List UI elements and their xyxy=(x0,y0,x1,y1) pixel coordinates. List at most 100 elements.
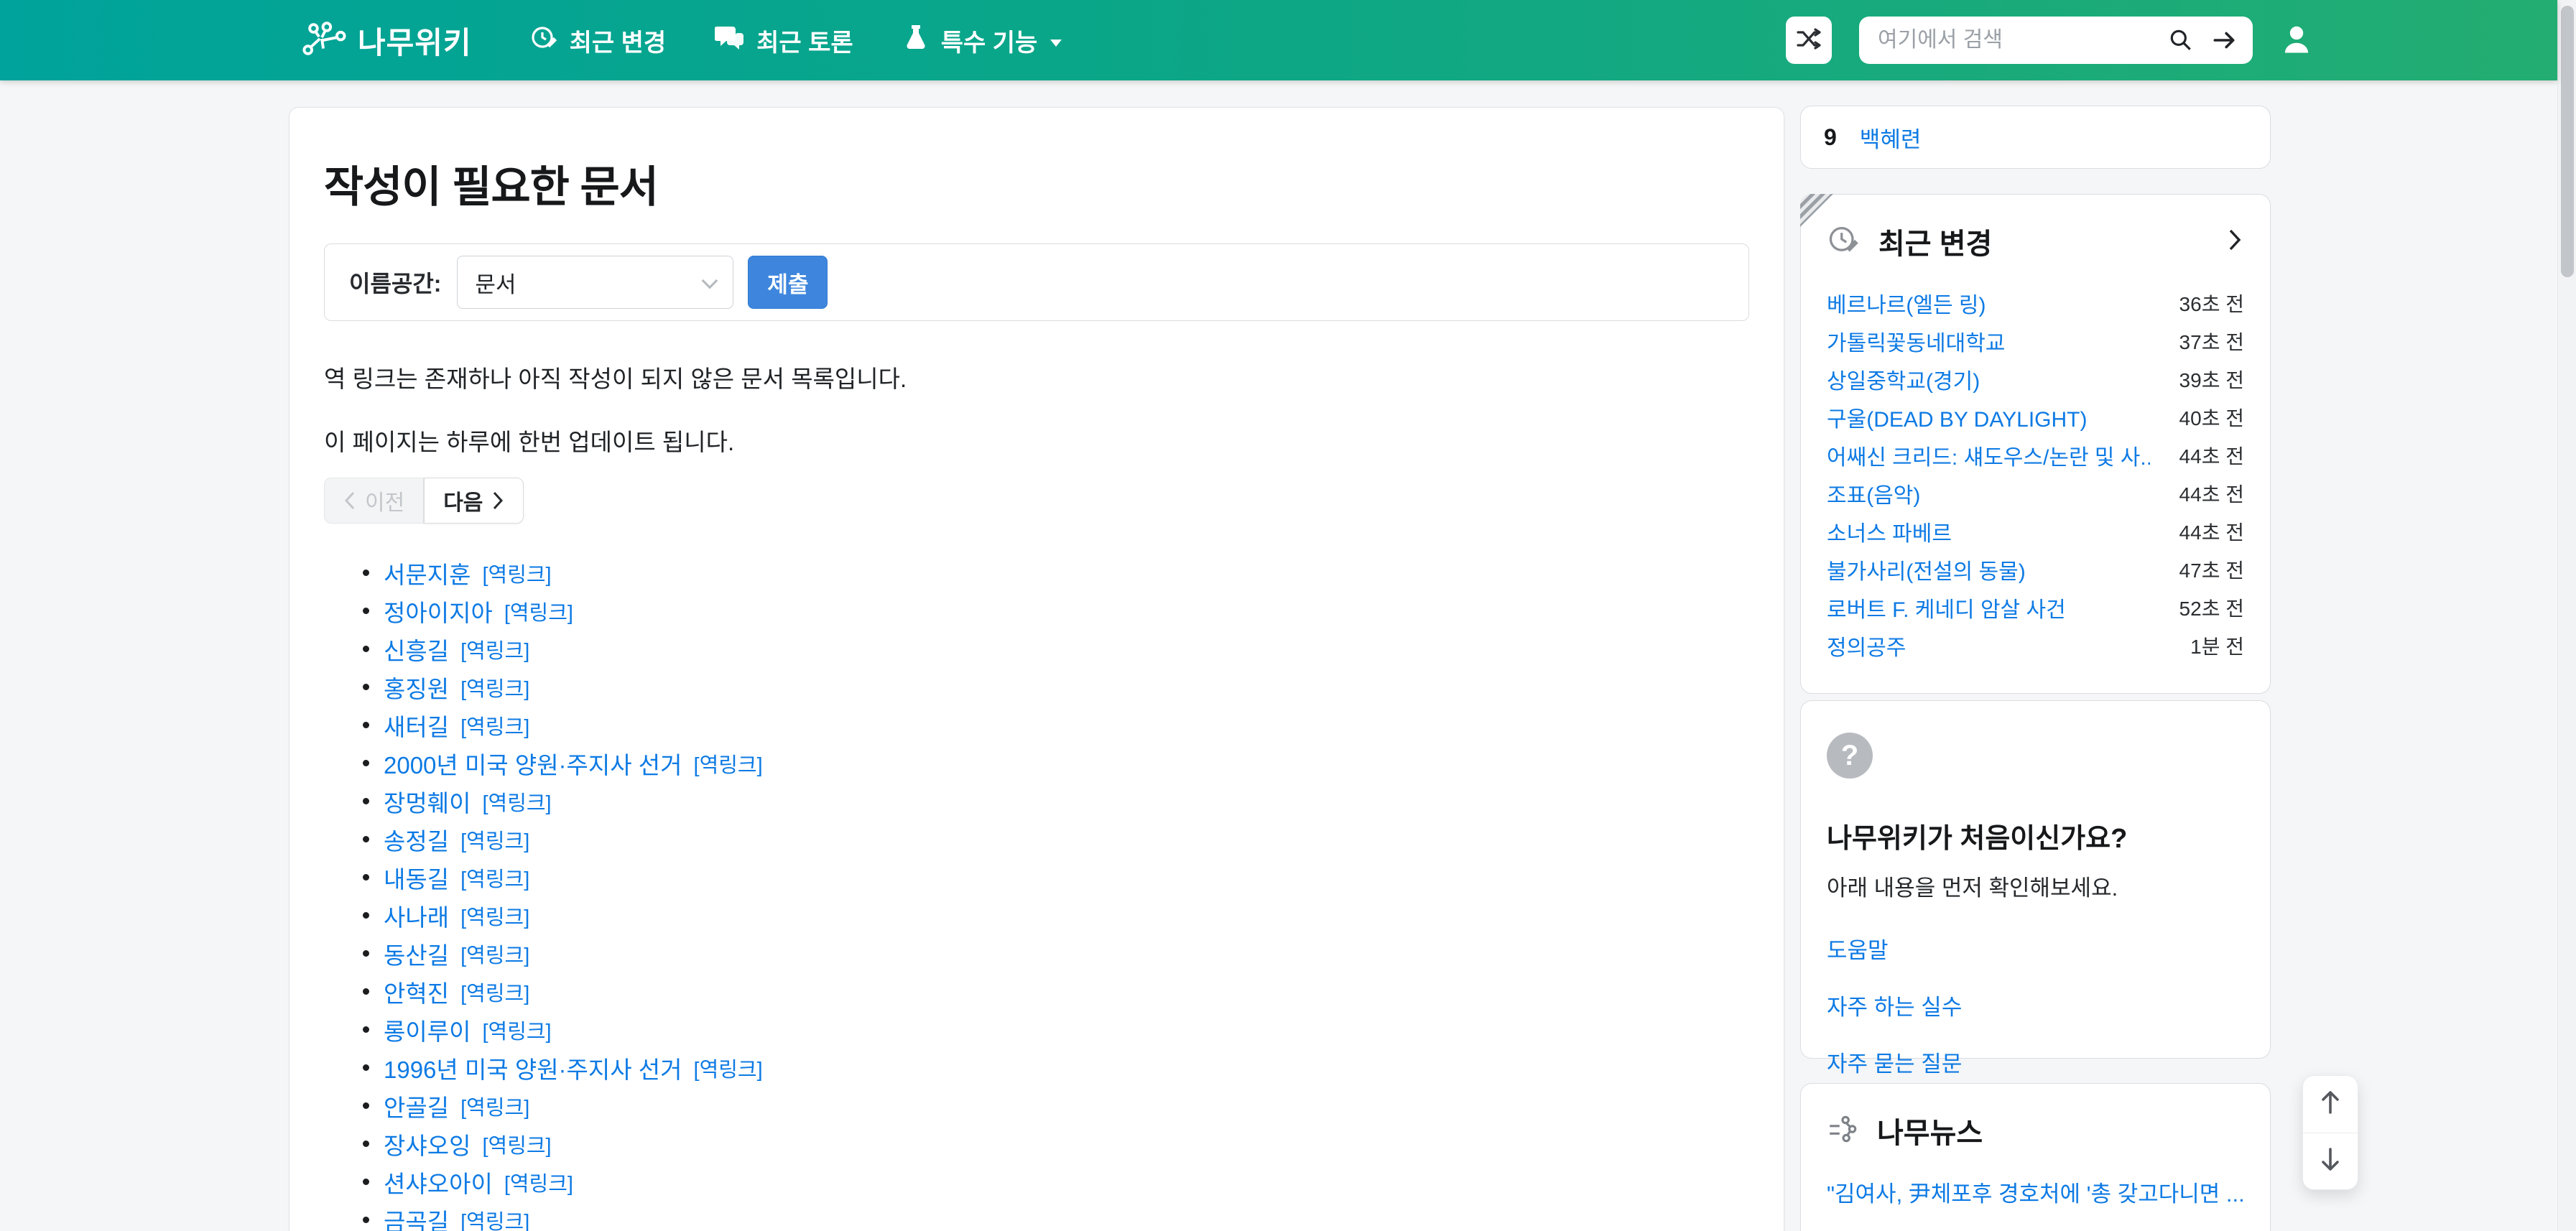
search-bar xyxy=(1859,17,2253,64)
document-link[interactable]: 안골길 xyxy=(384,1089,449,1123)
recent-change-row: 베르나르(엘든 링) 36초 전 xyxy=(1827,284,2244,322)
reverse-link-tag[interactable]: [역링크] xyxy=(460,977,529,1007)
changed-document-link[interactable]: 베르나르(엘든 링) xyxy=(1827,287,1986,319)
chevron-right-icon[interactable] xyxy=(2225,227,2244,256)
reverse-link-tag[interactable]: [역링크] xyxy=(460,1205,529,1231)
nav-recent-discussions[interactable]: 최근 토론 xyxy=(714,23,853,58)
change-timestamp: 36초 전 xyxy=(2179,292,2244,315)
flask-icon xyxy=(902,23,930,58)
recent-change-row: 정의공주 1분 전 xyxy=(1827,626,2244,664)
chevron-down-icon xyxy=(1049,27,1063,55)
changed-document-link[interactable]: 구울(DEAD BY DAYLIGHT) xyxy=(1827,401,2087,433)
namuwiki-branch-icon xyxy=(302,20,346,61)
page-title: 작성이 필요한 문서 xyxy=(324,163,659,211)
reverse-link-tag[interactable]: [역링크] xyxy=(460,901,529,931)
nav-item-label: 최근 변경 xyxy=(569,29,667,57)
changed-document-link[interactable]: 소너스 파베르 xyxy=(1827,516,1952,547)
submit-button[interactable]: 제출 xyxy=(748,256,828,309)
news-links: "김여사, 尹체포후 경호처에 '총 갖고다니면 ... 선고일 언제 나오나.… xyxy=(1827,1176,2244,1231)
reverse-link-tag[interactable]: [역링크] xyxy=(460,1091,529,1121)
reverse-link-tag[interactable]: [역링크] xyxy=(482,1015,551,1045)
top-navbar: 나무위키 최근 변경 최근 토론 특수 기능 여기에서 검색 xyxy=(0,0,2557,80)
list-item: 션샤오아이 [역링크] xyxy=(363,1163,1749,1201)
document-link[interactable]: 송정길 xyxy=(384,822,449,857)
document-link[interactable]: 동산길 xyxy=(384,937,449,971)
document-link[interactable]: 사나래 xyxy=(384,898,449,933)
changed-document-link[interactable]: 어쌔신 크리드: 섀도우스/논란 및 사... xyxy=(1827,440,2150,471)
document-link[interactable]: 서문지훈 xyxy=(384,556,471,590)
faq-link[interactable]: 자주 묻는 질문 xyxy=(1827,1046,2244,1078)
prev-page-button[interactable]: 이전 xyxy=(324,478,425,524)
nav-item-label: 특수 기능 xyxy=(940,29,1038,57)
scroll-to-top-button[interactable] xyxy=(2303,1076,2358,1133)
recent-changes-list: 베르나르(엘든 링) 36초 전 가톨릭꽃동네대학교 37초 전 상일중학교(경기) 39… xyxy=(1827,284,2244,664)
namespace-form: 이름공간: 문서 제출 xyxy=(324,243,1749,321)
search-icon[interactable] xyxy=(2168,27,2194,53)
common-mistakes-link[interactable]: 자주 하는 실수 xyxy=(1827,989,2244,1021)
help-link[interactable]: 도움말 xyxy=(1827,932,2244,965)
news-link[interactable]: "김여사, 尹체포후 경호처에 '총 갖고다니면 ... xyxy=(1827,1176,2243,1208)
nav-special-functions[interactable]: 특수 기능 xyxy=(902,23,1064,58)
reverse-link-tag[interactable]: [역링크] xyxy=(460,863,529,893)
recent-change-row: 불가사리(전설의 동물) 47초 전 xyxy=(1827,550,2244,588)
pagination: 이전 다음 xyxy=(324,478,524,524)
change-timestamp: 44초 전 xyxy=(2179,445,2244,468)
document-link[interactable]: 안혁진 xyxy=(384,975,449,1009)
reverse-link-tag[interactable]: [역링크] xyxy=(482,1129,551,1159)
reverse-link-tag[interactable]: [역링크] xyxy=(694,748,763,779)
document-link[interactable]: 내동길 xyxy=(384,860,449,895)
list-item: 사나래 [역링크] xyxy=(363,896,1749,934)
reverse-link-tag[interactable]: [역링크] xyxy=(504,596,573,626)
change-timestamp: 1분 전 xyxy=(2190,635,2244,658)
reverse-link-tag[interactable]: [역링크] xyxy=(460,939,529,969)
document-link[interactable]: 장샤오잉 xyxy=(384,1127,471,1161)
changed-document-link[interactable]: 불가사리(전설의 동물) xyxy=(1827,554,2026,585)
speech-bubbles-icon xyxy=(714,23,745,58)
document-link[interactable]: 2000년 미국 양원·주지사 선거 xyxy=(384,746,682,781)
reverse-link-tag[interactable]: [역링크] xyxy=(460,710,529,740)
changed-document-link[interactable]: 상일중학교(경기) xyxy=(1827,363,1980,395)
changed-document-link[interactable]: 가톨릭꽃동네대학교 xyxy=(1827,325,2005,357)
reverse-link-tag[interactable]: [역링크] xyxy=(460,824,529,855)
search-input[interactable] xyxy=(1878,28,2151,52)
change-timestamp: 37초 전 xyxy=(2179,330,2244,353)
arrow-up-icon xyxy=(2318,1088,2343,1120)
list-item: 홍징원 [역링크] xyxy=(363,668,1749,706)
document-link[interactable]: 새터길 xyxy=(384,708,449,743)
change-timestamp: 44초 전 xyxy=(2179,521,2244,544)
changed-document-link[interactable]: 조표(음악) xyxy=(1827,478,1920,509)
document-link[interactable]: 1996년 미국 양원·주지사 선거 xyxy=(384,1051,682,1085)
random-page-button[interactable] xyxy=(1786,17,1832,64)
account-button[interactable] xyxy=(2280,22,2313,59)
news-tree-icon xyxy=(1827,1112,1860,1149)
shuffle-icon xyxy=(1795,25,1822,56)
next-page-button[interactable]: 다음 xyxy=(424,478,524,524)
reverse-link-tag[interactable]: [역링크] xyxy=(482,558,551,588)
page-scrollbar-thumb[interactable] xyxy=(2561,6,2574,277)
reverse-link-tag[interactable]: [역링크] xyxy=(460,672,529,702)
trending-term-link[interactable]: 백혜련 xyxy=(1860,121,1922,154)
document-link[interactable]: 금곡길 xyxy=(384,1203,449,1231)
document-link[interactable]: 홍징원 xyxy=(384,670,449,705)
reverse-link-tag[interactable]: [역링크] xyxy=(460,634,529,664)
namespace-select[interactable]: 문서 xyxy=(457,256,734,309)
document-link[interactable]: 정아이지아 xyxy=(384,594,493,628)
search-go-arrow-icon[interactable] xyxy=(2211,27,2237,53)
nav-item-label: 최근 토론 xyxy=(756,29,853,57)
document-link[interactable]: 션샤오아이 xyxy=(384,1165,493,1199)
logo-wordmark: 나무위키 xyxy=(358,25,472,60)
nav-recent-changes[interactable]: 최근 변경 xyxy=(529,23,667,58)
scroll-to-bottom-button[interactable] xyxy=(2303,1133,2358,1190)
reverse-link-tag[interactable]: [역링크] xyxy=(482,786,551,817)
main-content-card: 작성이 필요한 문서 이름공간: 문서 제출 역 링크는 존재하나 아직 작성이… xyxy=(289,107,1784,1231)
document-link[interactable]: 장멍훼이 xyxy=(384,784,471,819)
arrow-down-icon xyxy=(2318,1145,2343,1177)
reverse-link-tag[interactable]: [역링크] xyxy=(694,1053,763,1083)
document-link[interactable]: 신흥길 xyxy=(384,632,449,666)
reverse-link-tag[interactable]: [역링크] xyxy=(504,1167,573,1197)
changed-document-link[interactable]: 정의공주 xyxy=(1827,630,1906,661)
changed-document-link[interactable]: 로버트 F. 케네디 암살 사건 xyxy=(1827,592,2066,623)
namuwiki-logo[interactable]: 나무위키 xyxy=(302,19,472,62)
document-link[interactable]: 롱이루이 xyxy=(384,1013,471,1047)
select-chevron-icon xyxy=(702,272,718,289)
